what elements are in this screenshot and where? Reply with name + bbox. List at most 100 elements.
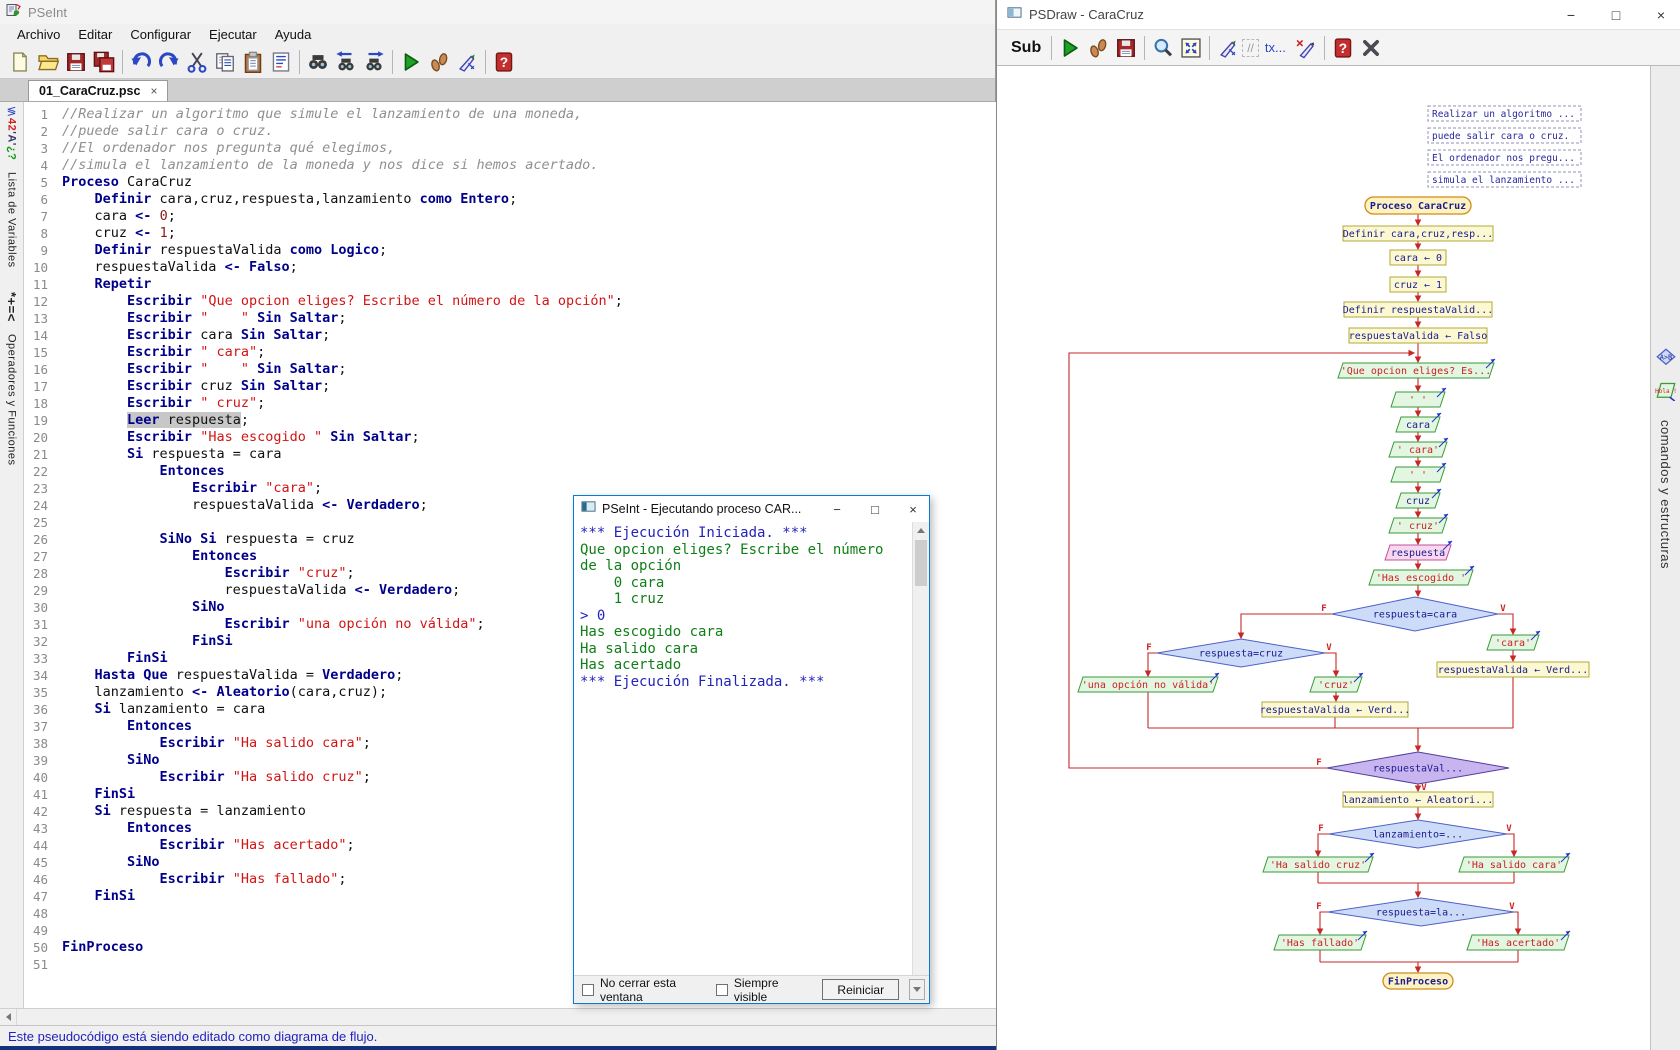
node-label: lanzamiento ← Aleatori... [1343,795,1494,806]
undo-button[interactable] [127,48,155,76]
restart-button[interactable]: Reiniciar [822,979,899,1000]
menu-configurar[interactable]: Configurar [121,25,200,44]
step-button[interactable] [1084,34,1112,62]
left-panel-strip: ≶ 42'A'¿? Lista de Variables *+=< Operad… [0,102,24,1008]
psdraw-close-button[interactable]: × [1642,0,1680,30]
help-button[interactable]: ? [490,48,518,76]
desktop: PSeInt ArchivoEditarConfigurarEjecutarAy… [0,0,1680,1050]
findprev-button[interactable] [332,48,360,76]
node-label: 'cruz' [1318,680,1354,691]
format-button[interactable] [267,48,295,76]
code-line: 6 Definir cara,cruz,respuesta,lanzamient… [24,191,996,208]
open-button[interactable] [34,48,62,76]
line-number: 51 [24,956,62,973]
help-button[interactable]: ? [1329,34,1357,62]
flowchart-svg: Realizar un algoritmo ...puede salir car… [997,66,1680,1050]
copy-button[interactable] [211,48,239,76]
save-button[interactable] [62,48,90,76]
sidebar-top-icon[interactable]: ≶ [6,104,16,118]
code-text: Si respuesta = lanzamiento [62,803,306,820]
node-label: F [1146,643,1151,653]
dash-button[interactable]: // [1242,39,1259,57]
node-label: puede salir cara o cruz. [1432,131,1569,142]
if-shape-icon[interactable]: A>B [1655,348,1677,373]
node-label: respuestaVal... [1373,764,1463,775]
draw-button[interactable] [453,48,481,76]
dialog-minimize-button[interactable]: − [821,496,853,522]
run-button[interactable] [397,48,425,76]
find-button[interactable] [304,48,332,76]
sidebar-item-variables[interactable]: Lista de Variables [6,172,18,268]
svg-text:?: ? [1339,40,1347,55]
node-label: cruz [1406,496,1430,507]
scroll-thumb[interactable] [915,540,927,586]
scroll-up-icon[interactable] [913,522,929,539]
tab-close-icon[interactable]: × [150,84,157,98]
code-text: cara <- 0; [62,208,176,225]
sidebar-chars-label[interactable]: 42'A'¿? [6,118,18,160]
commands-panel[interactable]: A>B 'Hola !' comandos y estructuras [1650,66,1680,1050]
line-number: 43 [24,820,62,837]
dialog-maximize-button[interactable]: □ [859,496,891,522]
line-number: 47 [24,888,62,905]
node-label: ' ' [1409,470,1427,481]
run-button[interactable] [1056,34,1084,62]
hscroll-left-arrow-icon[interactable] [0,1009,17,1025]
flowchart-canvas[interactable]: Realizar un algoritmo ...puede salir car… [997,66,1680,1050]
close-button[interactable] [1357,34,1385,62]
code-text: FinSi [62,888,135,905]
zoom-button[interactable] [1149,34,1177,62]
new-button[interactable] [6,48,34,76]
menu-editar[interactable]: Editar [69,25,121,44]
console-vscrollbar[interactable] [912,522,929,975]
findnext-button[interactable] [360,48,388,76]
menu-ayuda[interactable]: Ayuda [266,25,321,44]
always-visible-checkbox[interactable] [716,984,728,996]
menu-archivo[interactable]: Archivo [8,25,69,44]
psdraw-minimize-button[interactable]: − [1552,0,1590,30]
redo-button[interactable] [155,48,183,76]
pen2-button[interactable] [1292,34,1320,62]
editor-hscrollbar[interactable] [0,1008,996,1025]
toolbar-separator [299,50,300,74]
psdraw-maximize-button[interactable]: □ [1597,0,1635,30]
node-label: 'cara' [1495,638,1531,649]
scroll-down-icon[interactable] [909,979,925,1000]
flow-edge [1513,912,1518,934]
cut-button[interactable] [183,48,211,76]
step-button[interactable] [425,48,453,76]
code-text: Escribir "cara"; [62,480,322,497]
tx-button[interactable]: tx... [1259,40,1292,55]
write-shape-icon[interactable]: 'Hola !' [1655,381,1677,406]
node-label: 'Has fallado' [1281,938,1359,949]
node-label: ' cara' [1397,445,1439,456]
execution-console[interactable]: *** Ejecución Iniciada. ***Que opcion el… [574,522,912,975]
node-label: cara ← 0 [1394,253,1442,264]
dialog-titlebar[interactable]: PSeInt - Ejecutando proceso CAR... − □ × [574,496,929,522]
paste-button[interactable] [239,48,267,76]
line-number: 16 [24,361,62,378]
save-button[interactable] [1112,34,1140,62]
sidebar-operators-symbols[interactable]: *+=< [4,292,19,322]
toolbar-separator [1324,36,1325,60]
draw-button[interactable] [1214,34,1242,62]
no-close-checkbox[interactable] [582,984,594,996]
saveall-button[interactable] [90,48,118,76]
node-label: cara [1406,420,1430,431]
code-text: //Realizar un algoritmo que simule el la… [62,106,582,123]
flow-edge [1148,653,1157,676]
sidebar-item-operators[interactable]: Operadores y Funciones [6,334,18,465]
code-line: 1//Realizar un algoritmo que simule el l… [24,106,996,123]
tab-caracruz[interactable]: 01_CaraCruz.psc × [28,80,168,101]
fit-button[interactable] [1177,34,1205,62]
line-number: 20 [24,429,62,446]
psdraw-titlebar[interactable]: PSDraw - CaraCruz − □ × [997,0,1680,30]
node-label: V [1506,824,1512,834]
line-number: 41 [24,786,62,803]
code-text: Entonces [62,548,257,565]
sub-button[interactable]: Sub [1005,39,1047,57]
code-text: cruz <- 1; [62,225,176,242]
dialog-close-button[interactable]: × [897,496,929,522]
menu-ejecutar[interactable]: Ejecutar [200,25,266,44]
main-titlebar[interactable]: PSeInt [0,0,995,24]
